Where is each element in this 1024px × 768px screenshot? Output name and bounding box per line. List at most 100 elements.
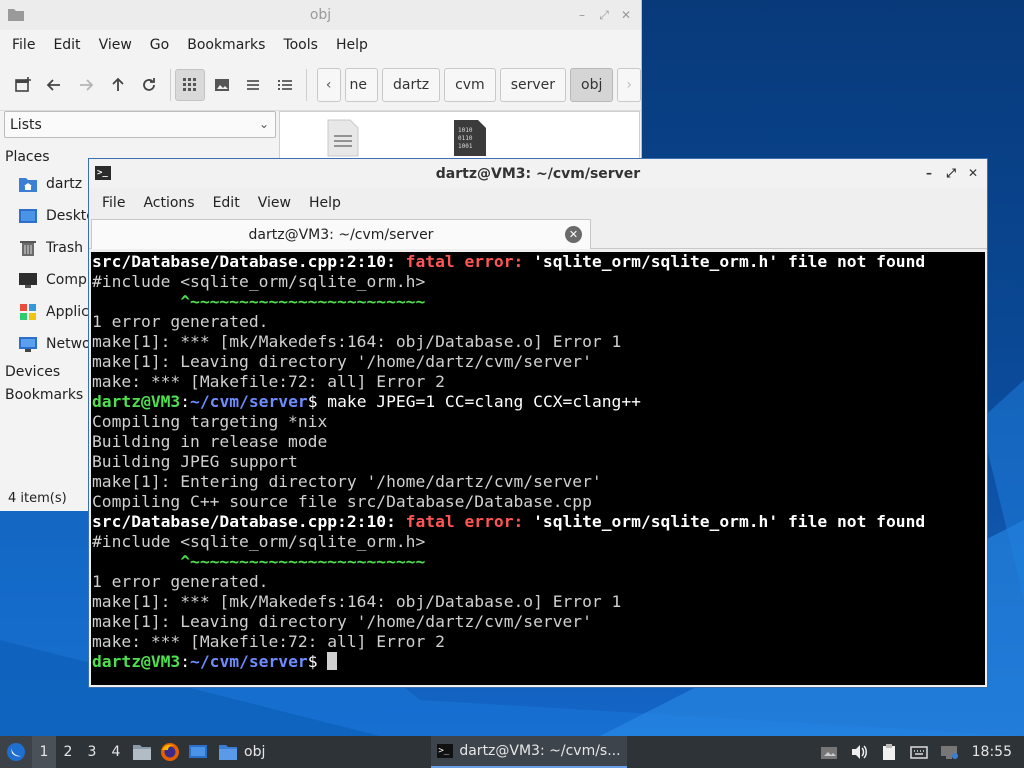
close-button[interactable]: ✕ [965,164,981,182]
bookmarks-heading: Bookmarks [5,387,84,403]
sidebar-item-home[interactable]: dartz [18,175,82,193]
workspace-3[interactable]: 3 [80,744,104,760]
sidebar-item-trash[interactable]: Trash [18,239,83,257]
clipboard-icon [882,744,895,760]
side-pane-mode-select[interactable]: Lists ⌄ [4,111,276,138]
breadcrumb-item[interactable]: cvm [444,67,496,102]
toolbar-separator [170,68,172,101]
minimize-button[interactable]: – [573,6,591,24]
menu-view[interactable]: View [90,37,141,53]
detailed-view-button[interactable] [270,69,300,101]
menu-go[interactable]: Go [141,37,178,53]
output-line: make[1]: Leaving directory '/home/dartz/… [92,612,592,631]
workspace-4[interactable]: 4 [104,744,128,760]
breadcrumb: ‹ ne dartz cvm server obj › [316,67,641,102]
task-label: obj [244,744,266,760]
prompt-line[interactable]: dartz@VM3:~/cvm/server$ [92,652,985,672]
reload-icon [143,77,156,91]
up-button[interactable] [103,69,133,101]
terminal-icon: >_ [437,744,454,758]
launcher-firefox[interactable] [156,736,184,768]
file-manager-titlebar[interactable]: obj – ⤢ ✕ [0,0,641,30]
sidebar-item-computer[interactable]: Comp [18,271,87,289]
folder-icon [219,745,237,760]
volume-icon [851,745,867,759]
terminal-tab[interactable]: dartz@VM3: ~/cvm/server ✕ [91,219,591,249]
menu-file[interactable]: File [93,195,134,211]
menu-file[interactable]: File [3,37,44,53]
clock[interactable]: 18:55 [964,744,1024,760]
sidebar-item-desktop[interactable]: Deskto [18,207,95,225]
sidebar-item-applications[interactable]: Applic [18,303,89,321]
maximize-button[interactable]: ⤢ [595,6,613,24]
workspace-1[interactable]: 1 [32,736,56,768]
back-button[interactable] [40,69,70,101]
status-bar: 4 item(s) [8,491,67,506]
menu-actions[interactable]: Actions [134,195,203,211]
maximize-button[interactable]: ⤢ [943,164,959,182]
home-folder-icon [19,178,37,192]
workspace-2[interactable]: 2 [56,744,80,760]
terminal-menubar: File Actions Edit View Help [89,188,987,217]
menu-edit[interactable]: Edit [44,37,89,53]
breadcrumb-item[interactable]: dartz [382,67,441,102]
output-line: src/Database/Database.cpp:2:10: fatal er… [92,512,926,531]
computer-icon [19,273,37,288]
volume-tray[interactable] [844,736,874,768]
close-button[interactable]: ✕ [617,6,635,24]
terminal-titlebar[interactable]: >_ dartz@VM3: ~/cvm/server – ⤢ ✕ [89,159,987,188]
compact-view-button[interactable] [239,69,269,101]
breadcrumb-item[interactable]: ne [344,67,378,102]
terminal-tab-bar: dartz@VM3: ~/cvm/server ✕ [89,217,987,249]
output-line: Building JPEG support [92,452,298,471]
launcher-file-manager[interactable] [128,736,156,768]
breadcrumb-scroll-left[interactable]: ‹ [316,67,341,102]
screen-capture-tray[interactable] [814,736,844,768]
breadcrumb-scroll-right[interactable]: › [617,67,641,102]
task-terminal[interactable]: >_ dartz@VM3: ~/cvm/s... [431,736,627,768]
places-heading: Places [5,149,50,165]
network-tray[interactable] [934,736,964,768]
menu-tools[interactable]: Tools [274,37,327,53]
clipboard-tray[interactable] [874,736,904,768]
launcher-desktop[interactable] [184,736,212,768]
task-file-manager[interactable]: obj [212,736,271,768]
breadcrumb-item-current[interactable]: obj [570,67,614,102]
menu-bookmarks[interactable]: Bookmarks [178,37,274,53]
grid-icon [183,77,197,91]
output-line: Compiling targeting *nix [92,412,328,431]
file-manager-menubar: File Edit View Go Bookmarks Tools Help [0,30,641,59]
output-line: make: *** [Makefile:72: all] Error 2 [92,372,445,391]
menu-help[interactable]: Help [327,37,377,53]
screenshot-icon [820,747,837,759]
desktop-icon [19,209,37,223]
system-tray: 18:55 [814,736,1024,768]
task-label: dartz@VM3: ~/cvm/s... [459,743,621,759]
keyboard-tray[interactable] [904,736,934,768]
menu-help[interactable]: Help [300,195,350,211]
minimize-button[interactable]: – [921,164,937,182]
output-line: src/Database/Database.cpp:2:10: fatal er… [92,252,926,271]
file-manager-toolbar: ‹ ne dartz cvm server obj › [0,59,641,111]
terminal-output[interactable]: src/Database/Database.cpp:2:10: fatal er… [91,252,985,685]
forward-button[interactable] [71,69,101,101]
start-menu-button[interactable] [0,736,32,768]
output-line: 1 error generated. [92,312,269,331]
icon-view-button[interactable] [175,68,205,101]
new-tab-icon [15,76,31,92]
menu-view[interactable]: View [249,195,300,211]
list-compact-icon [247,79,260,90]
new-tab-button[interactable] [8,69,38,101]
reload-button[interactable] [135,69,165,101]
menu-edit[interactable]: Edit [204,195,249,211]
applications-icon [20,304,36,320]
output-line: 1 error generated. [92,572,269,591]
tab-label: dartz@VM3: ~/cvm/server [248,226,434,243]
close-tab-icon[interactable]: ✕ [565,226,582,243]
text-cursor [327,652,338,670]
breadcrumb-item[interactable]: server [499,67,567,102]
output-line: ^~~~~~~~~~~~~~~~~~~~~~~~~ [92,292,426,311]
sidebar-item-network[interactable]: Netwo [18,335,91,353]
thumbnail-view-button[interactable] [207,69,237,101]
list-detailed-icon [278,79,293,90]
